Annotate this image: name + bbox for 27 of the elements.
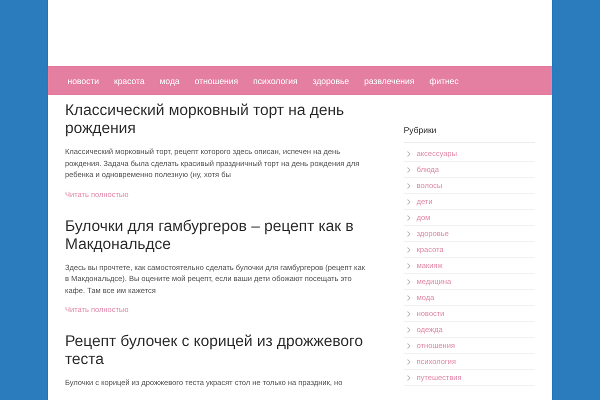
post-title[interactable]: Классический морковный торт на день рождения <box>65 102 370 138</box>
chevron-icon <box>406 214 411 220</box>
chevron-icon <box>406 342 411 348</box>
nav-link[interactable]: мода <box>152 76 188 86</box>
nav-link[interactable]: здоровье <box>305 76 357 86</box>
chevron-icon <box>406 230 411 236</box>
chevron-icon <box>406 326 411 332</box>
nav-link[interactable]: фитнес <box>422 76 466 86</box>
nav-link[interactable]: психология <box>246 76 306 86</box>
sidebar-heading: Рубрики <box>404 125 535 143</box>
post-title[interactable]: Булочки для гамбургеров – рецепт как в Макдональдсе <box>65 218 370 254</box>
nav-link[interactable]: отношения <box>187 76 246 86</box>
nav-link[interactable]: новости <box>60 76 106 86</box>
nav-link[interactable]: развлечения <box>356 76 422 86</box>
chevron-icon <box>406 198 411 204</box>
chevron-icon <box>406 310 411 316</box>
chevron-icon <box>406 150 411 156</box>
chevron-icon <box>406 182 411 188</box>
post-title[interactable]: Рецепт булочек с корицей из дрожжевого теста <box>65 333 370 369</box>
chevron-icon <box>406 262 411 268</box>
chevron-icon <box>406 278 411 284</box>
chevron-icon <box>406 358 411 364</box>
chevron-icon <box>406 294 411 300</box>
chevron-icon <box>406 374 411 380</box>
chevron-icon <box>406 246 411 252</box>
nav-link[interactable]: красота <box>106 76 152 86</box>
chevron-icon <box>406 166 411 172</box>
